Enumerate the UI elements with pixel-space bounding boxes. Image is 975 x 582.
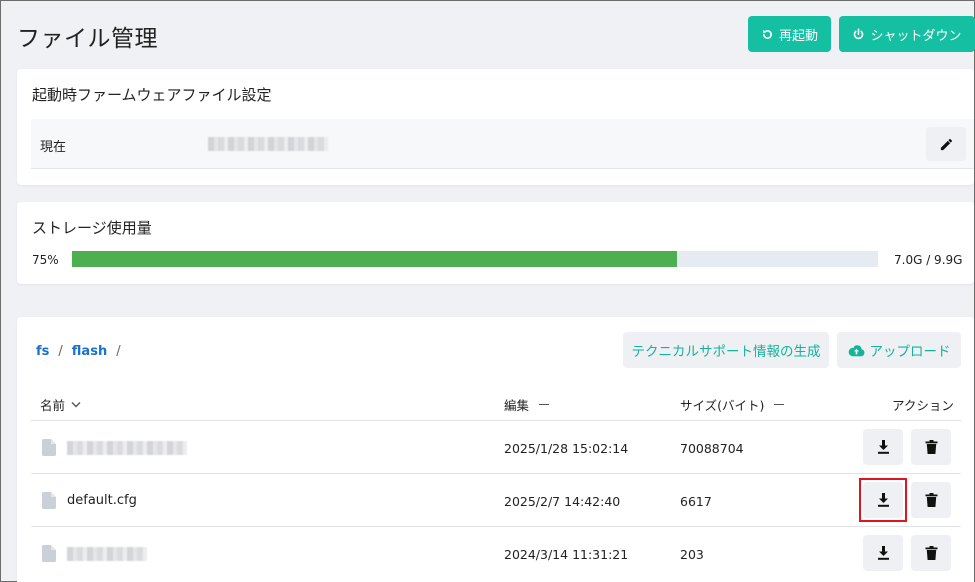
page-header: ファイル管理 再起動 シャットダウン (1, 1, 975, 67)
chevron-down-icon (71, 402, 81, 408)
delete-button[interactable] (911, 535, 951, 571)
support-button-label: テクニカルサポート情報の生成 (631, 344, 821, 360)
file-edited-date: 2025/1/28 15:02:14 (504, 441, 629, 456)
cloud-upload-icon (848, 344, 864, 356)
shutdown-button[interactable]: シャットダウン (839, 16, 975, 52)
file-edited-date: 2025/2/7 14:42:40 (504, 494, 621, 509)
table-row[interactable]: default.cfg 2025/2/7 14:42:40 6617 (31, 474, 961, 527)
page-title: ファイル管理 (17, 26, 158, 52)
power-icon (854, 27, 864, 39)
firmware-current-row: 現在 (31, 119, 974, 169)
download-button[interactable] (863, 482, 903, 518)
column-header-name-label: 名前 (40, 398, 66, 413)
restart-button[interactable]: 再起動 (748, 16, 831, 52)
download-icon (877, 546, 889, 560)
breadcrumb-separator: / (58, 344, 63, 359)
restart-button-label: 再起動 (778, 28, 818, 44)
file-size: 6617 (680, 494, 712, 509)
storage-usage-card: ストレージ使用量 75% 7.0G / 9.9G (17, 202, 974, 284)
storage-progress-bar (72, 251, 878, 267)
table-row[interactable]: 2025/1/28 15:02:14 70088704 (31, 421, 961, 474)
edit-firmware-button[interactable] (926, 127, 966, 161)
file-name-redacted (67, 547, 147, 561)
upload-button[interactable]: アップロード (837, 332, 961, 368)
file-icon (42, 492, 56, 509)
trash-icon (925, 440, 937, 454)
column-header-name[interactable]: 名前 (40, 395, 81, 414)
restart-icon (763, 29, 772, 39)
file-icon (42, 439, 56, 456)
file-icon (42, 545, 56, 562)
column-header-edited-label: 編集 (504, 398, 530, 413)
download-icon (877, 440, 889, 454)
breadcrumb: fs / flash / (36, 344, 121, 359)
delete-button[interactable] (911, 482, 951, 518)
file-list-card: fs / flash / テクニカルサポート情報の生成 アップロード 名前 編集… (17, 317, 974, 582)
firmware-current-label: 現在 (40, 140, 67, 155)
file-name-redacted (67, 441, 187, 455)
pencil-icon (940, 138, 952, 150)
delete-button[interactable] (911, 429, 951, 465)
breadcrumb-separator: / (116, 344, 121, 359)
shutdown-button-label: シャットダウン (870, 28, 962, 44)
storage-percent-label: 75% (32, 253, 59, 267)
breadcrumb-flash[interactable]: flash (72, 344, 107, 359)
file-size: 203 (680, 547, 704, 562)
sort-none-icon (539, 404, 550, 405)
firmware-card-title: 起動時ファームウェアファイル設定 (32, 86, 272, 104)
column-header-size-label: サイズ(バイト) (680, 398, 765, 413)
sort-none-icon (774, 404, 785, 405)
column-header-action: アクション (892, 395, 954, 414)
upload-button-label: アップロード (869, 344, 951, 360)
trash-icon (925, 493, 937, 507)
firmware-settings-card: 起動時ファームウェアファイル設定 現在 (17, 69, 974, 185)
table-row[interactable]: 2024/3/14 11:31:21 203 (31, 527, 961, 580)
column-header-edited[interactable]: 編集 (504, 395, 550, 414)
download-icon (877, 493, 889, 507)
generate-support-info-button[interactable]: テクニカルサポート情報の生成 (623, 332, 829, 368)
column-header-size[interactable]: サイズ(バイト) (680, 395, 785, 414)
storage-progress-fill (72, 251, 677, 267)
file-edited-date: 2024/3/14 11:31:21 (504, 547, 629, 562)
breadcrumb-fs[interactable]: fs (36, 344, 49, 359)
file-name[interactable]: default.cfg (67, 493, 137, 508)
storage-usage-label: 7.0G / 9.9G (894, 253, 963, 267)
file-size: 70088704 (680, 441, 744, 456)
column-header-action-label: アクション (892, 398, 954, 413)
download-button[interactable] (863, 429, 903, 465)
trash-icon (925, 546, 937, 560)
storage-card-title: ストレージ使用量 (32, 219, 152, 237)
firmware-current-value-redacted (208, 137, 328, 151)
download-button[interactable] (863, 535, 903, 571)
